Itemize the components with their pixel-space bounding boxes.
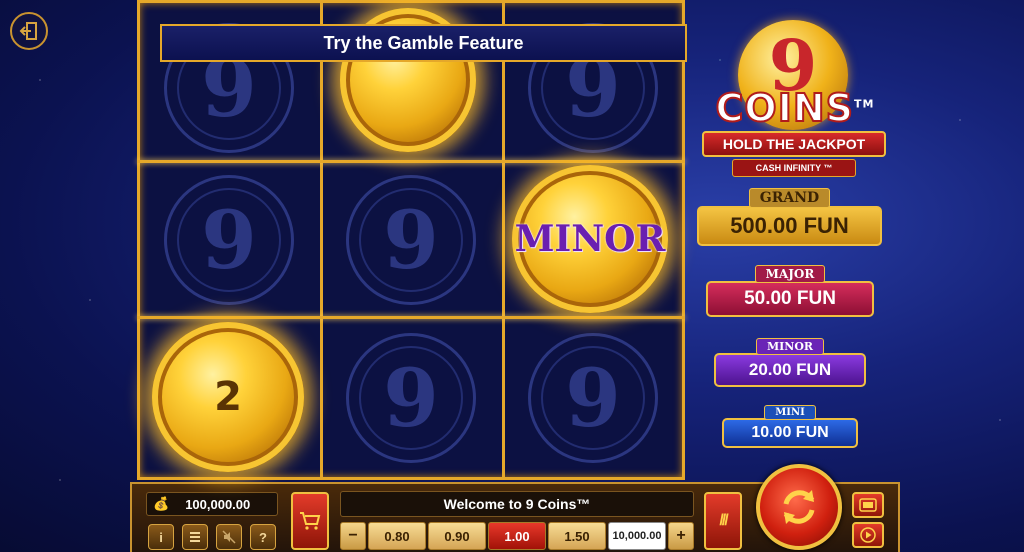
turbo-button[interactable]: ///: [704, 492, 742, 550]
bet-option-selected[interactable]: 1.00: [488, 522, 546, 550]
sound-off-icon: [222, 530, 236, 544]
spin-button[interactable]: [756, 464, 842, 550]
spin-arrows-icon: [783, 490, 815, 524]
info-button[interactable]: i: [148, 524, 174, 550]
total-bet-display: 10,000.00: [608, 522, 666, 550]
logo-title-text: COINS: [715, 85, 855, 131]
info-icon: i: [159, 529, 163, 545]
autoplay-button[interactable]: [852, 492, 884, 518]
balance-display: 💰 100,000.00: [146, 492, 278, 516]
autoplay-icon: [859, 498, 877, 512]
status-message: Welcome to 9 Coins™: [340, 491, 694, 517]
cart-icon: [300, 512, 321, 530]
help-icon: ?: [259, 529, 267, 545]
balance-value: 100,000.00: [185, 496, 251, 512]
jackpot-mini-label: MINI: [764, 405, 816, 420]
coin-symbol: 2: [152, 322, 304, 472]
jackpot-major: MAJOR 50.00 FUN: [706, 265, 874, 317]
buy-feature-button[interactable]: [291, 492, 329, 550]
turbo-icon: ///: [719, 512, 728, 529]
jackpot-major-label: MAJOR: [754, 265, 826, 283]
jackpot-major-value: 50.00 FUN: [706, 281, 874, 317]
menu-icon: [190, 532, 200, 542]
gamble-feature-banner[interactable]: Try the Gamble Feature: [160, 24, 687, 62]
jackpot-minor: MINOR 20.00 FUN: [714, 337, 866, 387]
bet-decrease-button[interactable]: −: [340, 522, 366, 550]
game-logo: 9 COINSTM HOLD THE JACKPOT CASH INFINITY…: [700, 18, 890, 178]
exit-button[interactable]: [10, 12, 48, 50]
play-button[interactable]: [852, 522, 884, 548]
play-icon: [860, 527, 876, 543]
help-button[interactable]: ?: [250, 524, 276, 550]
logo-subtitle: CASH INFINITY ™: [732, 159, 856, 177]
empty-cell-symbol: 9: [346, 175, 476, 305]
bet-option[interactable]: 0.90: [428, 522, 486, 550]
empty-cell-symbol: 9: [164, 175, 294, 305]
bet-increase-button[interactable]: +: [668, 522, 694, 550]
sound-button[interactable]: [216, 524, 242, 550]
logo-trademark: TM: [854, 97, 875, 111]
coin-bag-icon: 💰: [153, 496, 170, 511]
jackpot-grand-label: GRAND: [748, 188, 831, 208]
coin-value: 2: [214, 374, 242, 420]
exit-icon: [19, 22, 37, 40]
logo-ribbon: HOLD THE JACKPOT: [702, 131, 886, 157]
jackpot-grand-value: 500.00 FUN: [697, 206, 882, 246]
column-divider: [320, 3, 323, 477]
jackpot-minor-value: 20.00 FUN: [714, 353, 866, 387]
jackpot-mini-value: 10.00 FUN: [722, 418, 858, 448]
menu-button[interactable]: [182, 524, 208, 550]
coin-minor-jackpot: MINOR: [514, 218, 666, 260]
bet-option[interactable]: 1.50: [548, 522, 606, 550]
jackpot-minor-label: MINOR: [755, 338, 825, 355]
bet-selector: − 0.80 0.90 1.00 1.50 10,000.00 +: [340, 522, 694, 550]
column-divider: [502, 3, 505, 477]
row-divider: [137, 160, 685, 163]
bet-option[interactable]: 0.80: [368, 522, 426, 550]
control-bar: 💰 100,000.00 i ? Welcome to 9 Coins™ − 0…: [130, 464, 900, 552]
empty-cell-symbol: 9: [346, 333, 476, 463]
coin-symbol: MINOR: [512, 165, 668, 313]
logo-title: COINSTM: [706, 85, 884, 131]
row-divider: [137, 316, 685, 319]
empty-cell-symbol: 9: [528, 333, 658, 463]
jackpot-mini: MINI 10.00 FUN: [722, 402, 858, 448]
jackpot-grand: GRAND 500.00 FUN: [697, 188, 882, 246]
